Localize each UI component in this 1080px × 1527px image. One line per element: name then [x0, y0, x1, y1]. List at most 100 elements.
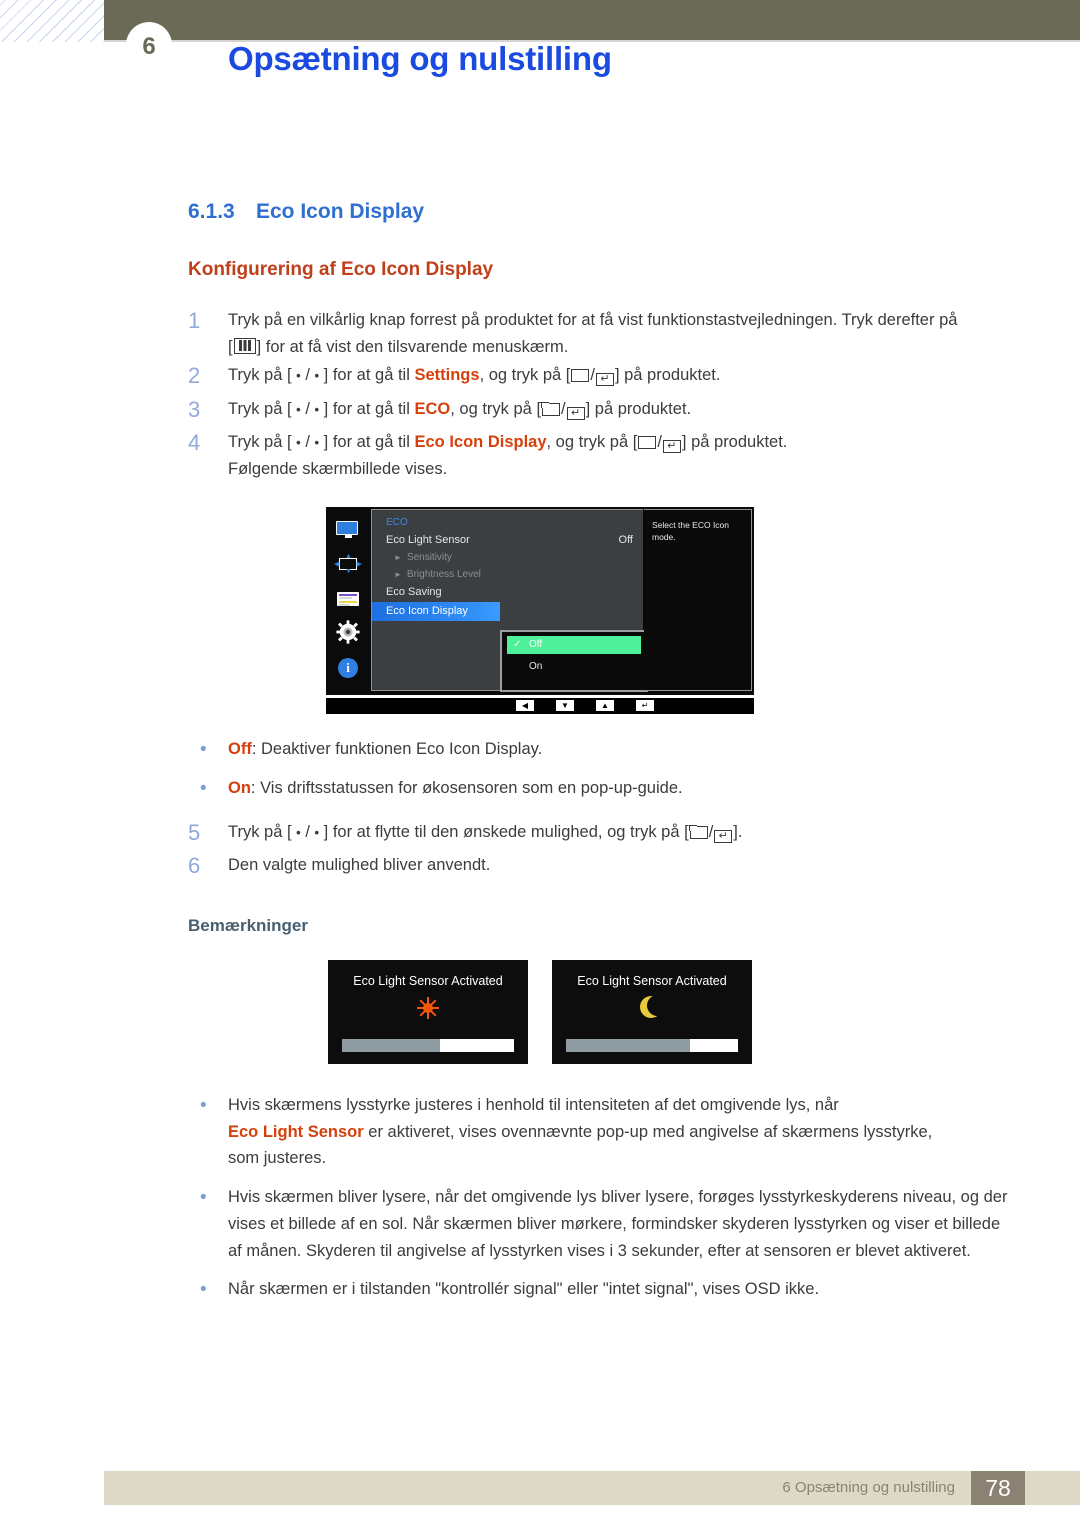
procedure-step: 2 Tryk på [ • / • ] for at gå til Settin… — [188, 362, 1018, 396]
option-label: On — [228, 779, 251, 798]
step-body: Tryk på [ • / • ] for at flytte til den … — [228, 819, 1018, 847]
step-text-cont: ] for at få vist den tilsvarende menuskæ… — [256, 337, 569, 356]
list-item: • Off: Deaktiver funktionen Eco Icon Dis… — [188, 736, 1018, 776]
nav-enter-icon[interactable]: ↵ — [636, 700, 654, 712]
option-description: : Deaktiver funktionen Eco Icon Display. — [251, 739, 543, 758]
bullet-icon: • — [200, 738, 207, 760]
osd-row-label: Eco Light Sensor — [386, 533, 470, 546]
key-separator: / — [657, 433, 662, 452]
step-body: Tryk på [ • / • ] for at gå til Settings… — [228, 362, 1018, 390]
key-separator: / — [305, 822, 310, 841]
step-text: , og tryk på [ — [546, 433, 638, 452]
bullet-text: Når skærmen er i tilstanden "kontrollér … — [228, 1280, 820, 1299]
bullet-text: Off: Deaktiver funktionen Eco Icon Displ… — [228, 736, 1018, 764]
section-title: Eco Icon Display — [256, 200, 425, 223]
step-body: Den valgte mulighed bliver anvendt. — [228, 856, 491, 875]
information-icon[interactable]: i — [338, 657, 358, 678]
list-item: • On: Vis driftsstatussen for økosensore… — [188, 775, 1018, 815]
popup-icon-wrap — [328, 992, 528, 1024]
option-description: : Vis driftsstatussen for økosensoren so… — [250, 779, 683, 798]
osd-row-brightness-level[interactable]: ► Brightness Level — [372, 563, 643, 580]
note-line-1: Hvis skærmens lysstyrke justeres i henho… — [228, 1095, 839, 1114]
step-number: 1 — [188, 308, 201, 333]
moon-icon — [640, 994, 668, 1020]
osd-help-text: Select the ECO Icon mode. — [644, 508, 752, 691]
setup-gear-icon[interactable] — [336, 620, 360, 644]
nav-down-icon[interactable]: ▼ — [556, 700, 574, 712]
key-separator: / — [708, 822, 714, 841]
bullet-key-icon: • — [296, 435, 301, 451]
position-icon[interactable]: ▲ ▼ ◀ ▶ — [334, 553, 362, 575]
list-item: • Hvis skærmens lysstyrke justeres i hen… — [188, 1092, 1018, 1184]
osd-row-eco-light-sensor[interactable]: Eco Light Sensor Off — [372, 528, 643, 546]
enter-key-icon: ↵ — [714, 829, 733, 843]
menu-key-icon — [233, 337, 256, 354]
brightness-slider-fill — [342, 1038, 441, 1052]
step-number: 5 — [188, 819, 201, 845]
step-body: Tryk på [ • / • ] for at gå til ECO, og … — [228, 396, 1018, 424]
osd-row-label: Sensitivity — [406, 551, 452, 563]
bullet-text: Hvis skærmens lysstyrke justeres i henho… — [228, 1092, 1018, 1172]
step-text: Tryk på [ — [228, 822, 292, 841]
nav-up-icon[interactable]: ▲ — [596, 700, 614, 712]
osd-row-eco-saving[interactable]: Eco Saving — [372, 580, 643, 598]
osd-row-eco-icon-display[interactable]: Eco Icon Display — [372, 601, 500, 621]
section-number: 6.1.3 — [188, 200, 235, 223]
osd-screenshot: ▲ ▼ ◀ ▶ i ECO Eco Light Sensor Off ► Sen… — [326, 506, 754, 714]
key-separator: / — [305, 399, 310, 418]
step-text: ]. — [733, 822, 743, 841]
step-text: Tryk på [ — [228, 366, 292, 385]
procedure-step: 6 Den valgte mulighed bliver anvendt. — [188, 852, 1018, 886]
popup-title: Eco Light Sensor Activated — [577, 973, 727, 988]
onscreen-display-icon[interactable] — [337, 591, 359, 607]
bullet-key-icon: • — [314, 824, 320, 840]
back-key-icon — [689, 825, 708, 839]
option-label: Off — [228, 739, 252, 758]
footer-page-number: 78 — [971, 1471, 1025, 1505]
osd-row-value: Off — [618, 533, 633, 546]
popup-moon: Eco Light Sensor Activated — [552, 959, 752, 1064]
osd-dropdown-eco-icon-display[interactable]: ✓ Off ✓ On — [500, 629, 648, 692]
bullet-icon: • — [200, 1279, 207, 1301]
submenu-arrow-icon: ► — [394, 552, 402, 562]
dropdown-option-off[interactable]: ✓ Off — [507, 635, 641, 654]
popup-sun: Eco Light Sensor Activated — [328, 959, 528, 1064]
main-content: 6.1.3 Eco Icon Display Konfigurering af … — [0, 200, 1080, 1316]
monitor-icon[interactable] — [336, 520, 360, 541]
popup-icon-wrap — [552, 992, 752, 1024]
step-text: ] på produktet. — [681, 433, 788, 452]
step-text: Tryk på [ — [228, 433, 292, 452]
step-number: 6 — [188, 853, 201, 879]
header-band — [104, 0, 1080, 40]
osd-row-sensitivity[interactable]: ► Sensitivity — [372, 546, 643, 563]
bullet-icon: • — [200, 778, 207, 800]
back-key-icon — [570, 368, 590, 383]
section-heading: 6.1.3 Eco Icon Display — [188, 200, 1080, 224]
procedure-step: 5 Tryk på [ • / • ] for at flytte til de… — [188, 819, 1018, 853]
bullet-key-icon: • — [296, 401, 301, 417]
step-number: 4 — [188, 430, 201, 456]
menu-target-label: Eco Icon Display — [414, 433, 547, 452]
osd-window: ▲ ▼ ◀ ▶ i ECO Eco Light Sensor Off ► Sen… — [326, 506, 754, 695]
step-followup-text: Følgende skærmbillede vises. — [228, 460, 448, 479]
bullet-icon: • — [200, 1187, 207, 1209]
nav-left-icon[interactable]: ◀ — [516, 700, 534, 712]
osd-navigation-bar: ◀ ▼ ▲ ↵ — [326, 697, 754, 714]
key-separator: / — [590, 366, 595, 385]
bullet-key-icon: • — [296, 824, 301, 840]
page-footer: 6 Opsætning og nulstilling 78 — [104, 1471, 1080, 1505]
procedure-step: 4 Tryk på [ • / • ] for at gå til Eco Ic… — [188, 429, 1018, 484]
procedure-step: 3 Tryk på [ • / • ] for at gå til ECO, o… — [188, 396, 1018, 430]
step-text: ] på produktet. — [614, 366, 721, 385]
chapter-number-badge: 6 — [126, 22, 172, 68]
step-text: ] for at gå til — [323, 433, 415, 452]
bullet-key-icon: • — [296, 368, 301, 384]
step-text: Tryk på [ — [228, 399, 292, 418]
dropdown-option-on[interactable]: ✓ On — [507, 658, 641, 676]
back-key-icon — [637, 435, 657, 450]
bullet-text: Hvis skærmen bliver lysere, når det omgi… — [228, 1188, 1008, 1260]
checkmark-icon: ✓ — [513, 639, 522, 651]
note-line-2: er aktiveret, vises ovennævnte pop-up me… — [363, 1122, 933, 1141]
notes-heading: Bemærkninger — [188, 915, 308, 935]
step-text: , og tryk på [ — [450, 399, 542, 418]
